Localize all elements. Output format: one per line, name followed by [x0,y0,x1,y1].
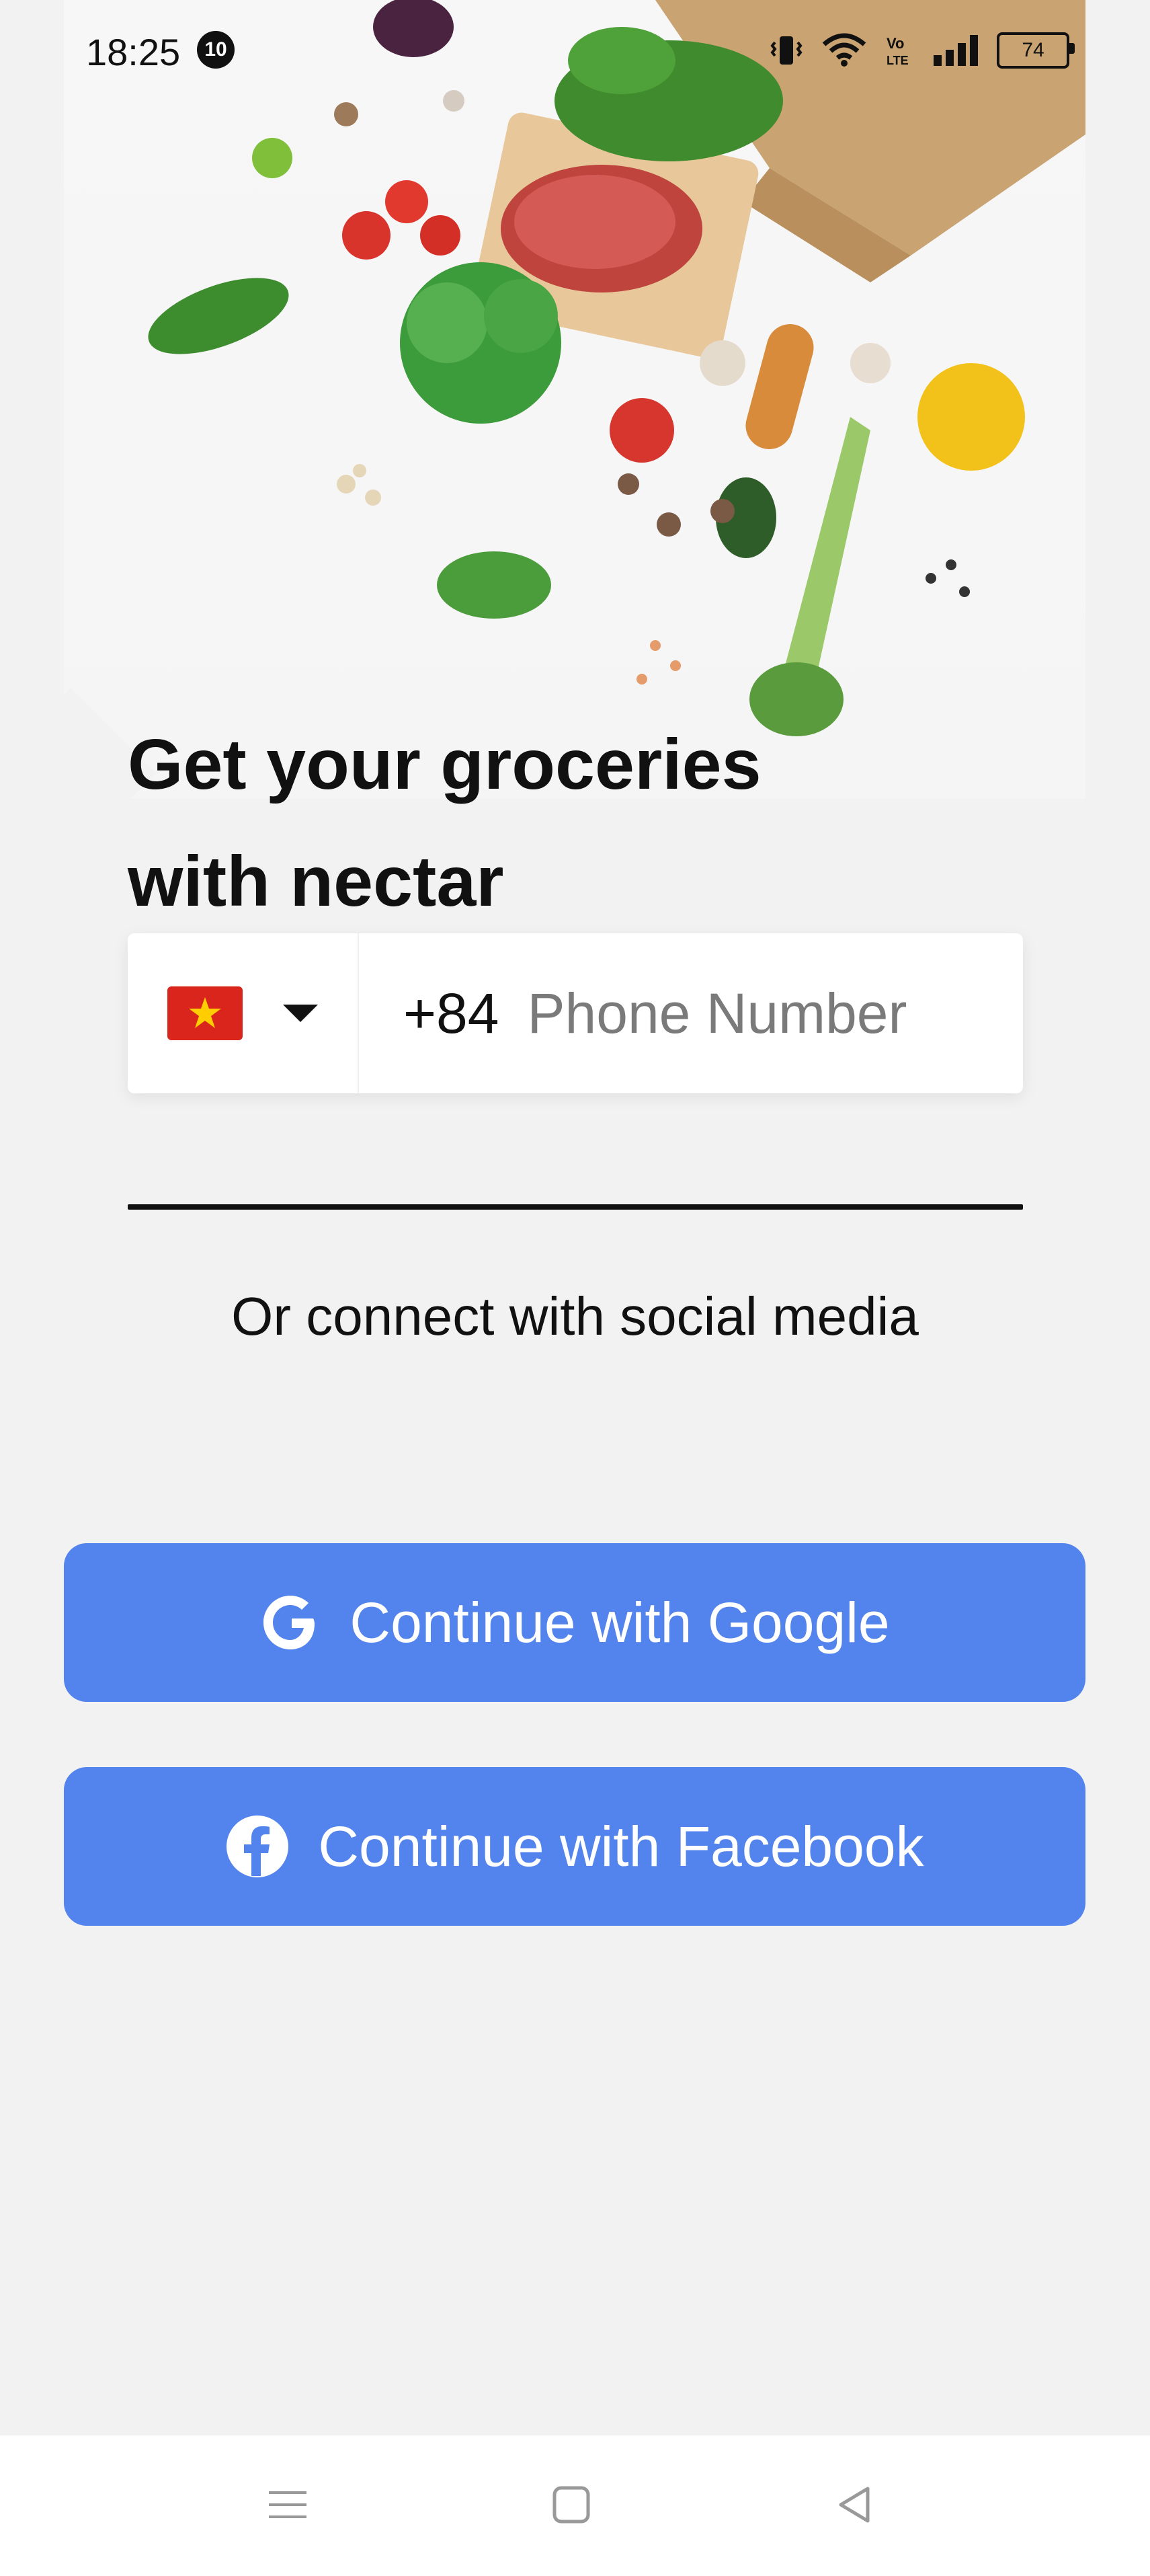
system-navigation-bar [0,2435,1150,2576]
dial-code: +84 [403,981,499,1045]
status-bar: 18:25 10 Vo LTE 74 [0,0,1150,101]
continue-with-facebook-button[interactable]: Continue with Facebook [64,1767,1085,1926]
status-icons: Vo LTE 74 [770,27,1075,74]
page-title: Get your groceries with nectar [128,706,762,940]
status-time: 18:25 [86,31,181,73]
login-screen: 18:25 10 Vo LTE 74 Get your groceries wi… [0,0,1150,2576]
signal-icon [934,35,978,66]
vietnam-flag-icon [167,986,243,1040]
menu-icon[interactable] [257,2474,318,2535]
groceries-illustration [148,0,1085,736]
back-icon[interactable] [824,2474,885,2535]
divider-line [128,1204,1023,1210]
chevron-down-icon [283,1005,318,1022]
volte-icon: Vo LTE [887,35,909,67]
title-line-2: with nectar [128,842,504,921]
title-line-1: Get your groceries [128,725,762,804]
google-icon [263,1596,315,1649]
phone-number-input[interactable] [526,980,986,1047]
facebook-icon [227,1816,289,1877]
hero-groceries-image [64,0,1085,799]
home-icon[interactable] [541,2474,602,2535]
battery-level: 74 [1022,39,1044,61]
social-connect-label: Or connect with social media [231,1286,919,1346]
facebook-button-label: Continue with Facebook [318,1814,924,1878]
svg-text:Vo: Vo [887,35,904,52]
vibrate-icon [770,36,803,65]
country-selector[interactable] [128,933,359,1093]
svg-text:LTE: LTE [887,54,909,67]
battery-icon: 74 [997,32,1075,69]
notification-count-badge: 10 [197,31,235,69]
continue-with-google-button[interactable]: Continue with Google [64,1543,1085,1702]
wifi-icon [822,33,866,67]
google-button-label: Continue with Google [350,1590,890,1654]
phone-number-card: +84 [128,933,1023,1093]
